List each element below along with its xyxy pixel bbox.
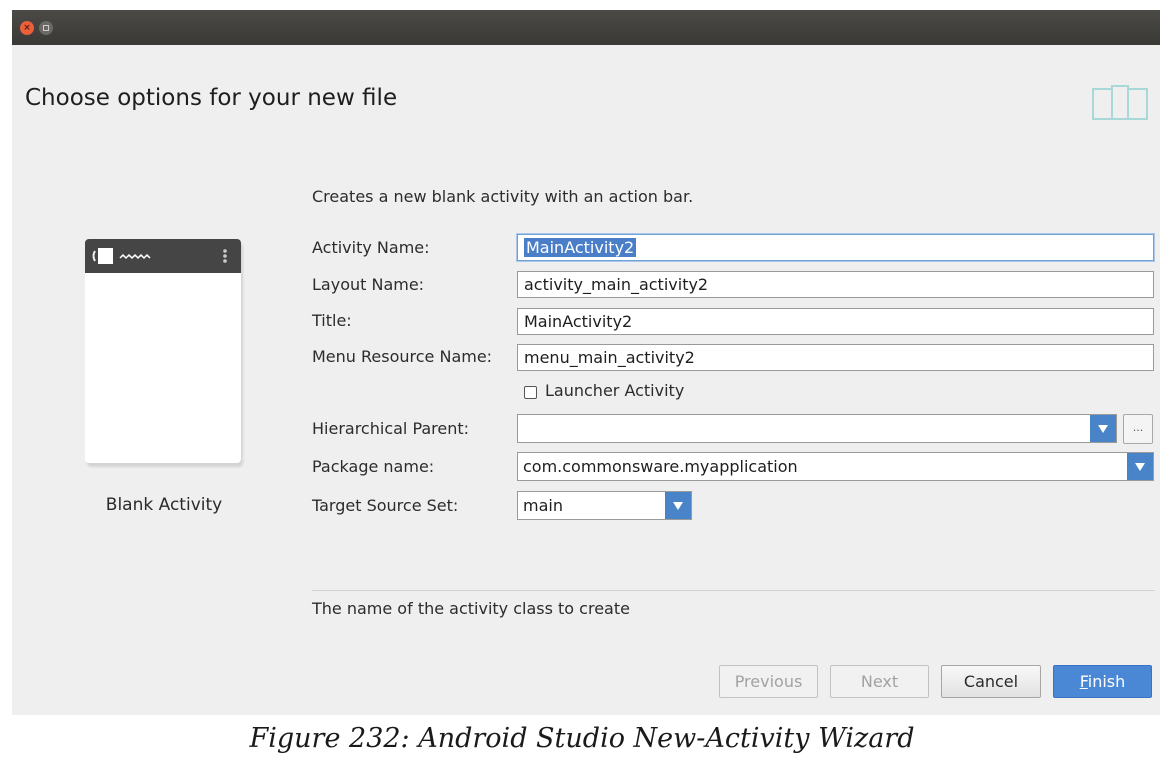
target-source-set-label: Target Source Set:: [312, 496, 459, 515]
launcher-activity-checkbox[interactable]: [524, 386, 537, 399]
close-icon[interactable]: ×: [20, 21, 34, 35]
package-name-label: Package name:: [312, 457, 435, 476]
layout-name-label: Layout Name:: [312, 275, 425, 294]
figure-caption: Figure 232: Android Studio New-Activity …: [249, 723, 915, 754]
next-button[interactable]: Next: [830, 665, 929, 698]
title-input[interactable]: MainActivity2: [517, 308, 1154, 335]
title-label: Title:: [312, 311, 352, 330]
activity-name-input[interactable]: MainActivity2: [517, 234, 1154, 261]
finish-button[interactable]: Finish: [1053, 665, 1152, 698]
restore-icon[interactable]: [39, 21, 53, 35]
menu-resource-name-label: Menu Resource Name:: [312, 347, 493, 366]
template-label: Blank Activity: [105, 495, 223, 515]
divider: [312, 590, 1155, 591]
field-hint: The name of the activity class to create: [312, 599, 630, 618]
device-icon: [1092, 85, 1148, 120]
chevron-down-icon[interactable]: [1127, 453, 1153, 480]
activity-name-value: MainActivity2: [524, 238, 637, 257]
template-description: Creates a new blank activity with an act…: [312, 187, 694, 206]
dialog-title: Choose options for your new file: [25, 85, 398, 111]
launcher-activity-label[interactable]: Launcher Activity: [545, 381, 684, 400]
chevron-down-icon[interactable]: [1090, 415, 1116, 442]
action-bar-icons: [92, 248, 227, 264]
window-titlebar: ×: [12, 10, 1160, 45]
menu-resource-name-input[interactable]: menu_main_activity2: [517, 344, 1154, 371]
chevron-down-icon[interactable]: [665, 492, 691, 519]
activity-preview: [85, 239, 241, 463]
package-name-select[interactable]: com.commonsware.myapplication: [517, 452, 1154, 481]
cancel-button[interactable]: Cancel: [941, 665, 1041, 698]
finish-mnemonic: F: [1079, 672, 1088, 691]
target-source-set-value: main: [523, 496, 563, 515]
hierarchical-parent-select[interactable]: [517, 414, 1117, 443]
browse-parent-button[interactable]: ...: [1123, 414, 1153, 444]
finish-label-rest: inish: [1087, 672, 1126, 691]
preview-action-bar: [85, 239, 241, 273]
figure-caption-area: Figure 232: Android Studio New-Activity …: [0, 715, 1164, 765]
layout-name-input[interactable]: activity_main_activity2: [517, 271, 1154, 298]
target-source-set-select[interactable]: main: [517, 491, 692, 520]
hierarchical-parent-label: Hierarchical Parent:: [312, 419, 470, 438]
new-activity-dialog: Choose options for your new file Blank A…: [12, 45, 1160, 715]
previous-button[interactable]: Previous: [719, 665, 818, 698]
package-name-value: com.commonsware.myapplication: [523, 457, 798, 476]
activity-name-label: Activity Name:: [312, 238, 430, 257]
